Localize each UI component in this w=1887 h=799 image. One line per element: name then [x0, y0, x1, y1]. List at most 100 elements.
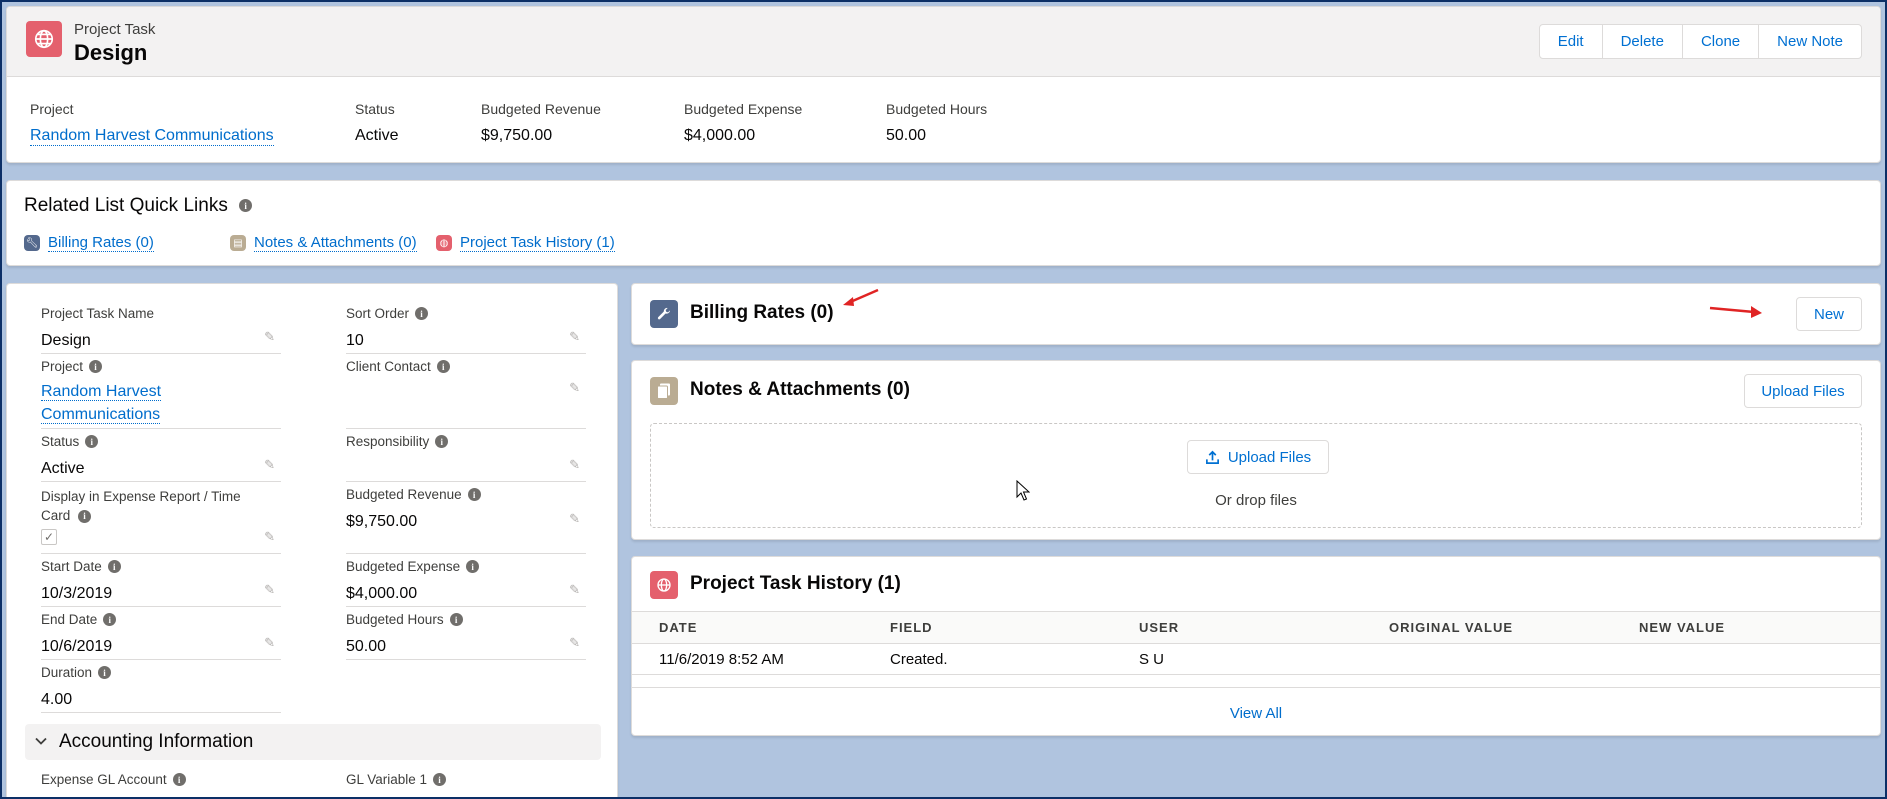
- quick-link-billing-rates[interactable]: 🔧︎ Billing Rates (0): [24, 234, 154, 252]
- pencil-icon[interactable]: ✎: [264, 582, 275, 598]
- column-header-date[interactable]: DATE: [659, 612, 697, 643]
- column-header-user[interactable]: USER: [1139, 612, 1179, 643]
- field-budgeted-revenue: Budgeted Revenue i $9,750.00 ✎: [346, 487, 586, 554]
- table-footer-divider: [632, 687, 1880, 688]
- field-value: 10/6/2019: [41, 638, 113, 655]
- column-header-original-value[interactable]: ORIGINAL VALUE: [1389, 612, 1513, 643]
- pencil-icon[interactable]: ✎: [569, 380, 580, 396]
- pencil-icon[interactable]: ✎: [264, 635, 275, 651]
- field-label: Responsibility i: [346, 434, 586, 449]
- highlight-label: Project: [30, 101, 74, 117]
- field-responsibility: Responsibility i ✎: [346, 434, 586, 482]
- record-details: Project Task Name Design ✎ Sort Order i 1…: [6, 283, 618, 799]
- highlight-value: $4,000.00: [684, 127, 756, 144]
- info-icon[interactable]: i: [415, 307, 429, 320]
- field-label: Client Contact i: [346, 359, 586, 374]
- chevron-down-icon: [35, 734, 47, 751]
- field-label-line1: Display in Expense Report / Time: [41, 489, 241, 504]
- info-icon[interactable]: i: [85, 435, 99, 448]
- quick-links-title: Related List Quick Links i: [24, 195, 253, 217]
- project-link[interactable]: Random Harvest Communications: [30, 127, 274, 146]
- wrench-icon: 🔧︎: [24, 235, 40, 251]
- info-icon[interactable]: i: [467, 488, 481, 501]
- new-note-button[interactable]: New Note: [1759, 25, 1861, 58]
- highlight-value: $9,750.00: [481, 127, 553, 144]
- quick-link-project-task-history[interactable]: ◍ Project Task History (1): [436, 234, 615, 252]
- project-link-line2[interactable]: Communications: [41, 406, 161, 424]
- billing-rates-title[interactable]: Billing Rates (0): [690, 302, 834, 324]
- field-display-in-expense-report: Display in Expense Report / Time Card i …: [41, 487, 281, 554]
- highlight-label: Budgeted Revenue: [481, 101, 601, 117]
- pencil-icon[interactable]: ✎: [264, 529, 275, 545]
- notes-attachments-card: Notes & Attachments (0) Upload Files Upl…: [631, 360, 1881, 540]
- notes-attachments-title[interactable]: Notes & Attachments (0): [690, 379, 910, 401]
- quick-link-label[interactable]: Billing Rates (0): [48, 234, 154, 252]
- history-table-header: DATE FIELD USER ORIGINAL VALUE NEW VALUE: [632, 611, 1880, 644]
- highlight-value: Active: [355, 127, 399, 144]
- field-label-text: Budgeted Expense: [346, 559, 461, 574]
- field-gl-variable-1: GL Variable 1 i: [346, 772, 586, 799]
- pencil-icon[interactable]: ✎: [569, 511, 580, 527]
- project-task-history-title[interactable]: Project Task History (1): [690, 573, 901, 595]
- display-expense-checkbox[interactable]: ✓: [41, 529, 57, 545]
- pencil-icon[interactable]: ✎: [569, 582, 580, 598]
- mouse-cursor-icon: [1016, 480, 1030, 501]
- field-expense-gl-account: Expense GL Account i: [41, 772, 281, 799]
- info-icon[interactable]: i: [433, 773, 447, 786]
- billing-rates-card: Billing Rates (0) New: [631, 283, 1881, 345]
- field-label: End Date i: [41, 612, 281, 627]
- record-header: Project Task Design Edit Delete Clone Ne…: [6, 6, 1881, 163]
- highlight-status: Status Active: [355, 101, 399, 145]
- info-icon[interactable]: i: [98, 666, 112, 679]
- file-dropzone[interactable]: Upload Files Or drop files: [650, 423, 1862, 528]
- info-icon[interactable]: i: [103, 613, 117, 626]
- info-icon[interactable]: i: [107, 560, 121, 573]
- quick-link-notes-attachments[interactable]: ▤ Notes & Attachments (0): [230, 234, 417, 252]
- pencil-icon[interactable]: ✎: [569, 329, 580, 345]
- field-status: Status i Active ✎: [41, 434, 281, 482]
- field-value: Design: [41, 332, 91, 349]
- info-icon[interactable]: i: [239, 199, 253, 213]
- project-link-line1[interactable]: Random Harvest: [41, 383, 162, 401]
- column-header-new-value[interactable]: NEW VALUE: [1639, 612, 1725, 643]
- note-icon: ▤: [230, 235, 246, 251]
- info-icon[interactable]: i: [78, 509, 92, 523]
- pencil-icon[interactable]: ✎: [264, 457, 275, 473]
- highlight-label: Budgeted Expense: [684, 101, 803, 117]
- pencil-icon[interactable]: ✎: [569, 635, 580, 651]
- dropzone-upload-button[interactable]: Upload Files: [1187, 440, 1329, 474]
- field-label: Budgeted Revenue i: [346, 487, 586, 502]
- pencil-icon[interactable]: ✎: [264, 329, 275, 345]
- page-title: Design: [74, 40, 148, 65]
- edit-button[interactable]: Edit: [1540, 25, 1603, 58]
- field-label: Duration i: [41, 665, 281, 680]
- view-all-link[interactable]: View All: [632, 705, 1880, 722]
- info-icon[interactable]: i: [466, 560, 480, 573]
- info-icon[interactable]: i: [172, 773, 186, 786]
- field-budgeted-expense: Budgeted Expense i $4,000.00 ✎: [346, 559, 586, 607]
- delete-button[interactable]: Delete: [1603, 25, 1683, 58]
- accounting-information-section[interactable]: Accounting Information: [25, 724, 601, 760]
- info-icon[interactable]: i: [89, 360, 103, 373]
- project-link[interactable]: Random Harvest Communications: [41, 380, 281, 426]
- quick-link-label[interactable]: Project Task History (1): [460, 234, 615, 252]
- field-project-task-name: Project Task Name Design ✎: [41, 306, 281, 354]
- clone-button[interactable]: Clone: [1683, 25, 1760, 58]
- info-icon[interactable]: i: [436, 360, 450, 373]
- info-icon[interactable]: i: [435, 435, 449, 448]
- related-list-quick-links: Related List Quick Links i 🔧︎ Billing Ra…: [6, 180, 1881, 266]
- pencil-icon[interactable]: ✎: [569, 457, 580, 473]
- globe-icon: ◍: [436, 235, 452, 251]
- upload-files-button[interactable]: Upload Files: [1744, 374, 1862, 408]
- field-value: 50.00: [346, 638, 387, 655]
- drop-files-text: Or drop files: [1215, 492, 1297, 509]
- globe-icon: [650, 571, 678, 599]
- highlight-label: Budgeted Hours: [886, 101, 988, 117]
- field-duration: Duration i 4.00: [41, 665, 281, 713]
- quick-link-label[interactable]: Notes & Attachments (0): [254, 234, 417, 252]
- field-label: Status i: [41, 434, 281, 449]
- new-billing-rate-button[interactable]: New: [1796, 297, 1862, 331]
- info-icon[interactable]: i: [449, 613, 463, 626]
- column-header-field[interactable]: FIELD: [890, 612, 933, 643]
- field-value: 10/3/2019: [41, 585, 113, 602]
